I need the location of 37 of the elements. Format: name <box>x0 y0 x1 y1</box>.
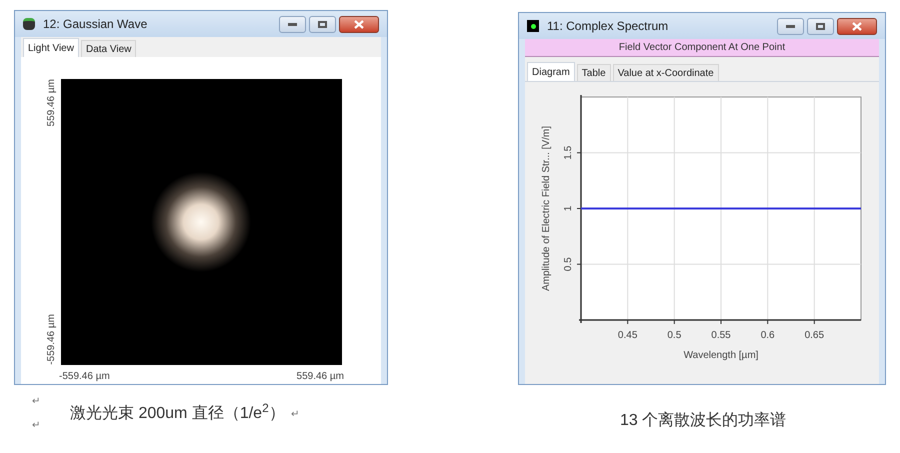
minimize-button[interactable] <box>777 18 804 34</box>
close-icon <box>354 20 364 28</box>
tick-label: 0.6 <box>760 330 775 341</box>
tab[interactable]: Light View <box>23 38 79 57</box>
axis-label: -559.46 µm <box>44 314 58 365</box>
caption: 激光光束 200um 直径（1/e$^{2}$） <box>70 402 285 424</box>
paragraph-mark: ↵ <box>32 421 41 431</box>
tab[interactable]: Table <box>576 64 611 81</box>
maximize-button[interactable] <box>807 18 834 34</box>
tab[interactable]: Data View <box>80 40 136 57</box>
close-button[interactable] <box>837 18 877 34</box>
window-icon <box>23 18 35 30</box>
tab[interactable]: Diagram <box>527 62 575 81</box>
axis-title: Wavelength [µm] <box>684 350 758 361</box>
tick-label: 0.45 <box>618 330 638 341</box>
axis-label: -559.46 µm <box>59 370 110 384</box>
tick-label: 0.65 <box>804 330 824 341</box>
paragraph-mark: ↵ <box>290 408 299 422</box>
window-title: 11: Complex Spectrum <box>547 18 670 35</box>
tick-label: 1.5 <box>563 146 574 160</box>
minimize-button[interactable] <box>279 16 306 32</box>
window-icon <box>527 20 539 32</box>
maximize-button[interactable] <box>309 16 336 32</box>
tick-label: 0.5 <box>563 257 574 272</box>
tick-label: 1 <box>563 206 574 212</box>
tick-label: 0.5 <box>667 330 682 341</box>
close-button[interactable] <box>339 16 379 32</box>
caption: 13 个离散波长的功率谱 <box>620 410 786 431</box>
axis-label: 559.46 µm <box>44 79 58 126</box>
view-header: Field Vector Component At One Point <box>525 39 879 57</box>
tick-label: 0.55 <box>711 330 731 341</box>
axis-title: Amplitude of Electric Field Str... [V/m] <box>541 126 552 292</box>
paragraph-mark: ↵ <box>32 397 41 407</box>
tab[interactable]: Value at x-Coordinate <box>612 64 719 81</box>
axis-label: 559.46 µm <box>296 370 344 384</box>
window-title: 12: Gaussian Wave <box>43 16 148 33</box>
close-icon <box>852 22 862 30</box>
